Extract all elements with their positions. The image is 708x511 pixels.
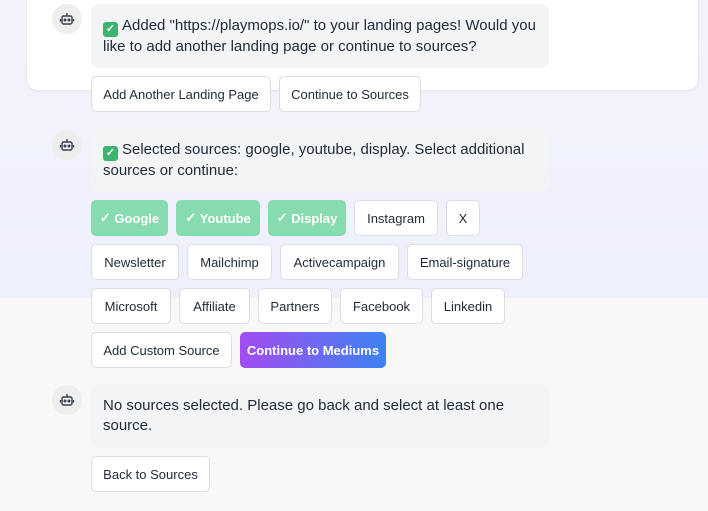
source-display-button[interactable]: ✓ Display xyxy=(268,200,346,236)
continue-to-mediums-button[interactable]: Continue to Mediums xyxy=(240,332,386,368)
back-to-sources-button[interactable]: Back to Sources xyxy=(91,456,210,492)
checkmark-box-icon: ✓ xyxy=(103,21,118,37)
source-partners-button[interactable]: Partners xyxy=(258,288,332,324)
robot-icon xyxy=(59,13,75,25)
source-youtube-button[interactable]: ✓ Youtube xyxy=(176,200,260,236)
message-text: Added "https://playmops.io/" to your lan… xyxy=(103,16,536,55)
bot-avatar xyxy=(52,130,82,160)
source-activecampaign-button[interactable]: Activecampaign xyxy=(280,244,399,280)
checkmark-box-icon: ✓ xyxy=(103,145,118,161)
source-facebook-button[interactable]: Facebook xyxy=(340,288,423,324)
robot-icon xyxy=(59,394,75,406)
source-google-button[interactable]: ✓ Google xyxy=(91,200,168,236)
source-newsletter-button[interactable]: Newsletter xyxy=(91,244,179,280)
bot-message-sources-selected: ✓ Selected sources: google, youtube, disp… xyxy=(91,128,549,192)
source-x-button[interactable]: X xyxy=(446,200,480,236)
bot-avatar xyxy=(52,385,82,415)
source-instagram-button[interactable]: Instagram xyxy=(354,200,438,236)
bot-avatar xyxy=(52,4,82,34)
source-email-signature-button[interactable]: Email-signature xyxy=(407,244,523,280)
source-mailchimp-button[interactable]: Mailchimp xyxy=(187,244,272,280)
add-another-landing-page-button[interactable]: Add Another Landing Page xyxy=(91,76,271,112)
continue-to-sources-button[interactable]: Continue to Sources xyxy=(279,76,421,112)
message-text: No sources selected. Please go back and … xyxy=(103,397,505,434)
bot-message-no-sources: No sources selected. Please go back and … xyxy=(91,384,549,448)
source-affiliate-button[interactable]: Affiliate xyxy=(179,288,250,324)
bot-message-landing-added: ✓ Added "https://playmops.io/" to your la… xyxy=(91,4,549,68)
source-linkedin-button[interactable]: Linkedin xyxy=(431,288,505,324)
message-text: Selected sources: google, youtube, displ… xyxy=(103,140,525,179)
add-custom-source-button[interactable]: Add Custom Source xyxy=(91,332,232,368)
robot-icon xyxy=(59,139,75,151)
source-microsoft-button[interactable]: Microsoft xyxy=(91,288,171,324)
